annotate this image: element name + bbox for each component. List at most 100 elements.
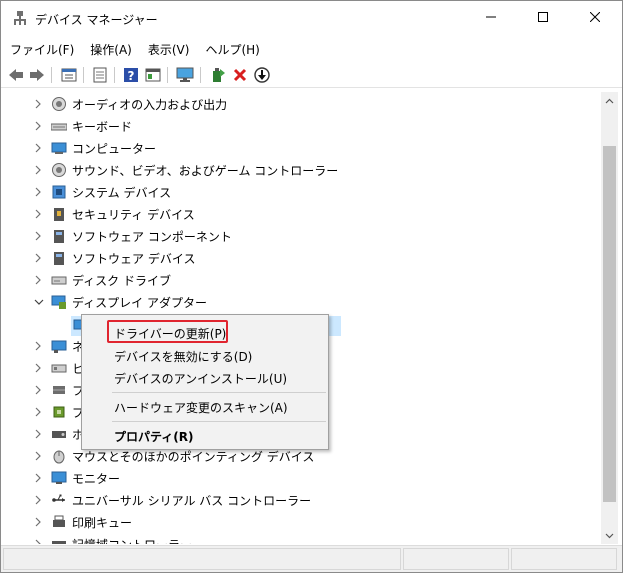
tree-item-storage-controllers[interactable]: 記憶域コントローラー	[5, 533, 601, 544]
menu-item-label: ハードウェア変更のスキャン(A)	[114, 401, 288, 415]
menu-item-label: デバイスを無効にする(D)	[114, 350, 253, 364]
add-driver-icon[interactable]	[209, 66, 227, 84]
toolbar-separator	[167, 67, 168, 83]
menu-item-disable-device[interactable]: デバイスを無効にする(D)	[82, 344, 328, 366]
network-adapter-icon	[51, 338, 67, 354]
tree-item-print-queues[interactable]: 印刷キュー	[5, 511, 601, 533]
chevron-right-icon[interactable]	[33, 450, 43, 462]
menu-view[interactable]: 表示(V)	[139, 38, 197, 60]
tree-item-usb[interactable]: ユニバーサル シリアル バス コントローラー	[5, 489, 601, 511]
usb-icon	[51, 492, 67, 508]
maximize-icon	[538, 11, 548, 25]
monitor-icon	[51, 470, 67, 486]
tree-item-label: 印刷キュー	[72, 516, 133, 530]
properties-icon[interactable]	[60, 66, 78, 84]
title-bar: デバイス マネージャー	[1, 1, 622, 37]
chevron-right-icon[interactable]	[33, 98, 43, 110]
print-icon[interactable]	[91, 66, 109, 84]
tree-item-label: ディスプレイ アダプター	[72, 296, 207, 310]
chevron-right-icon[interactable]	[33, 516, 43, 528]
tree-item-label: セキュリティ デバイス	[72, 208, 195, 222]
storage-controller-icon	[51, 426, 67, 442]
tree-item-software-devices[interactable]: ソフトウェア デバイス	[5, 247, 601, 269]
toolbar-separator	[114, 67, 115, 83]
close-button[interactable]	[572, 1, 618, 35]
computer-icon	[51, 140, 67, 156]
chevron-right-icon[interactable]	[33, 494, 43, 506]
menu-item-uninstall-device[interactable]: デバイスのアンインストール(U)	[82, 366, 328, 388]
menu-file[interactable]: ファイル(F)	[1, 38, 81, 60]
tree-item-label: コンピューター	[72, 142, 157, 156]
menu-item-label: デバイスのアンインストール(U)	[114, 372, 288, 386]
vertical-scrollbar[interactable]	[601, 92, 618, 544]
menu-item-properties[interactable]: プロパティ(R)	[82, 424, 328, 446]
scroll-up-icon[interactable]	[601, 92, 618, 109]
chevron-right-icon[interactable]	[33, 362, 43, 374]
menu-help[interactable]: ヘルプ(H)	[196, 38, 266, 60]
scroll-down-icon[interactable]	[601, 527, 618, 544]
back-arrow-icon[interactable]	[7, 66, 25, 84]
scrollbar-thumb[interactable]	[603, 146, 616, 502]
chevron-right-icon[interactable]	[33, 252, 43, 264]
software-device-icon	[51, 250, 67, 266]
chevron-right-icon[interactable]	[33, 142, 43, 154]
tree-item-label: ソフトウェア コンポーネント	[72, 230, 232, 244]
tree-item-computer[interactable]: コンピューター	[5, 137, 601, 159]
tree-item-monitors[interactable]: モニター	[5, 467, 601, 489]
status-bar	[1, 545, 622, 572]
help-icon[interactable]: ?	[122, 66, 140, 84]
tree-item-label: システム デバイス	[72, 186, 172, 200]
minimize-button[interactable]	[468, 1, 514, 35]
toolbar-separator	[51, 67, 52, 83]
window-title: デバイス マネージャー	[35, 13, 158, 27]
device-manager-window: デバイス マネージャー ファイル(F) 操作(A) 表示(V) ヘルプ(H) ?…	[0, 0, 623, 573]
chevron-right-icon[interactable]	[33, 472, 43, 484]
tree-item-security-devices[interactable]: セキュリティ デバイス	[5, 203, 601, 225]
chevron-right-icon[interactable]	[33, 186, 43, 198]
chevron-right-icon[interactable]	[33, 120, 43, 132]
chevron-right-icon[interactable]	[33, 406, 43, 418]
tree-item-display-adapters[interactable]: ディスプレイ アダプター	[5, 291, 601, 313]
svg-text:?: ?	[128, 69, 135, 83]
keyboard-icon	[50, 118, 68, 134]
chevron-right-icon[interactable]	[33, 340, 43, 352]
chevron-right-icon[interactable]	[33, 208, 43, 220]
forward-arrow-icon[interactable]	[28, 66, 46, 84]
menu-separator	[112, 392, 326, 393]
menu-action[interactable]: 操作(A)	[81, 38, 139, 60]
menu-item-scan-hardware[interactable]: ハードウェア変更のスキャン(A)	[82, 395, 328, 417]
tree-item-software-components[interactable]: ソフトウェア コンポーネント	[5, 225, 601, 247]
chevron-right-icon[interactable]	[33, 538, 43, 544]
system-device-icon	[51, 184, 67, 200]
highlight-box	[107, 320, 228, 343]
maximize-button[interactable]	[520, 1, 566, 35]
tree-item-sound-video-game[interactable]: サウンド、ビデオ、およびゲーム コントローラー	[5, 159, 601, 181]
toolbar-separator	[83, 67, 84, 83]
tree-item-system-devices[interactable]: システム デバイス	[5, 181, 601, 203]
chevron-right-icon[interactable]	[33, 384, 43, 396]
update-download-icon[interactable]	[253, 66, 271, 84]
tree-item-keyboard[interactable]: キーボード	[5, 115, 601, 137]
uninstall-x-icon[interactable]	[231, 66, 249, 84]
chevron-right-icon[interactable]	[33, 428, 43, 440]
tree-item-label: ソフトウェア デバイス	[72, 252, 196, 266]
chevron-right-icon[interactable]	[33, 274, 43, 286]
processor-icon	[51, 404, 67, 420]
device-manager-app-icon	[12, 10, 28, 26]
sound-icon	[51, 162, 67, 178]
chevron-right-icon[interactable]	[33, 230, 43, 242]
status-cell-2	[403, 548, 509, 570]
tree-item-label: ディスク ドライブ	[72, 274, 171, 288]
tree-item-label: オーディオの入力および出力	[72, 98, 228, 112]
view-icon[interactable]	[144, 66, 162, 84]
chevron-right-icon[interactable]	[33, 164, 43, 176]
monitor-icon[interactable]	[176, 66, 194, 84]
toolbar-separator	[200, 67, 201, 83]
tree-item-label: ユニバーサル シリアル バス コントローラー	[72, 494, 312, 508]
security-device-icon	[51, 206, 67, 222]
tree-item-audio-io[interactable]: オーディオの入力および出力	[5, 93, 601, 115]
menu-separator	[112, 421, 326, 422]
tree-item-disk-drives[interactable]: ディスク ドライブ	[5, 269, 601, 291]
hid-icon	[51, 360, 67, 376]
chevron-down-icon[interactable]	[33, 296, 44, 308]
